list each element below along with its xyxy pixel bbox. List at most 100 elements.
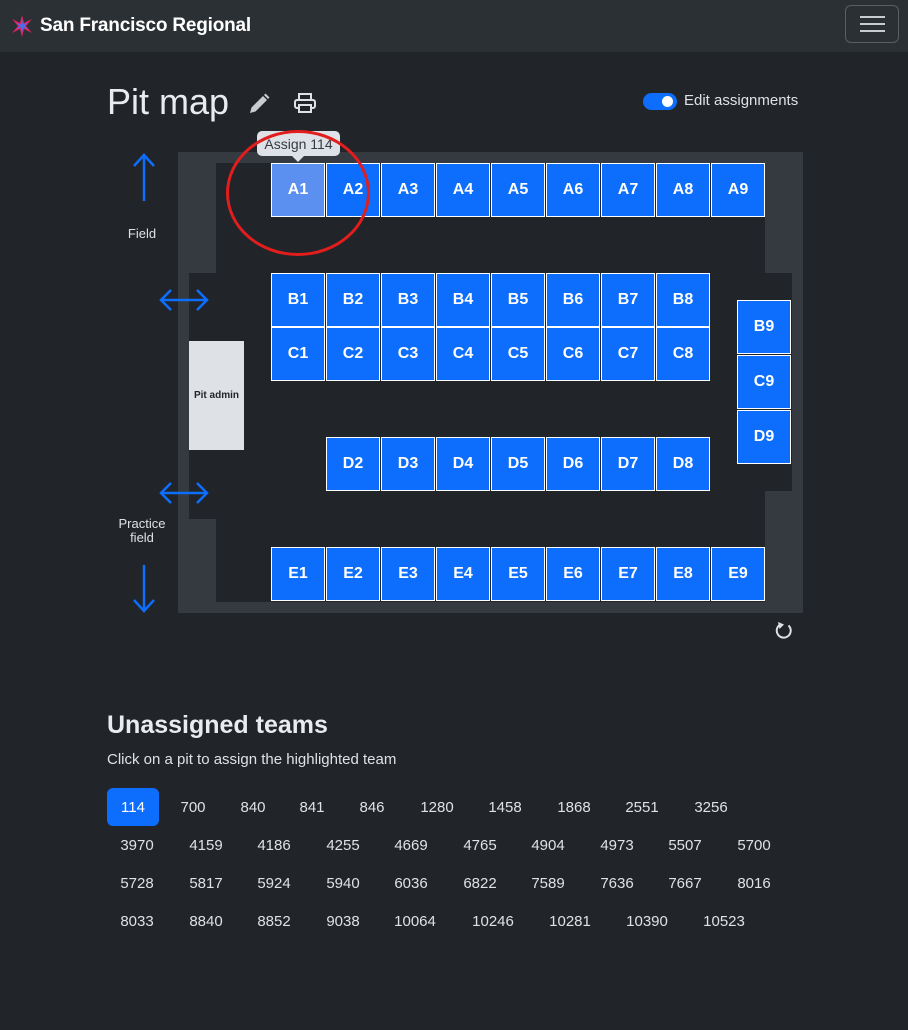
pit-D7[interactable]: D7 — [601, 437, 655, 491]
team-8016[interactable]: 8016 — [725, 864, 783, 902]
team-6822[interactable]: 6822 — [451, 864, 509, 902]
pit-B4[interactable]: B4 — [436, 273, 490, 327]
hamburger-icon-line — [860, 23, 885, 25]
team-7667[interactable]: 7667 — [656, 864, 714, 902]
pit-A8[interactable]: A8 — [656, 163, 710, 217]
pit-D2[interactable]: D2 — [326, 437, 380, 491]
navbar: San Francisco Regional — [0, 0, 908, 52]
pit-C2[interactable]: C2 — [326, 327, 380, 381]
pit-A9[interactable]: A9 — [711, 163, 765, 217]
team-10064[interactable]: 10064 — [382, 902, 448, 940]
team-8840[interactable]: 8840 — [177, 902, 235, 940]
team-4973[interactable]: 4973 — [588, 826, 646, 864]
pit-E6[interactable]: E6 — [546, 547, 600, 601]
pit-B7[interactable]: B7 — [601, 273, 655, 327]
team-5507[interactable]: 5507 — [656, 826, 714, 864]
pit-B8[interactable]: B8 — [656, 273, 710, 327]
team-10523[interactable]: 10523 — [691, 902, 757, 940]
team-700[interactable]: 700 — [168, 788, 218, 826]
edit-assignments-label: Edit assignments — [684, 92, 799, 109]
team-4765[interactable]: 4765 — [451, 826, 509, 864]
pit-A4[interactable]: A4 — [436, 163, 490, 217]
team-10281[interactable]: 10281 — [537, 902, 603, 940]
pit-C5[interactable]: C5 — [491, 327, 545, 381]
pit-E7[interactable]: E7 — [601, 547, 655, 601]
team-4255[interactable]: 4255 — [314, 826, 372, 864]
team-5700[interactable]: 5700 — [725, 826, 783, 864]
team-7636[interactable]: 7636 — [588, 864, 646, 902]
team-4904[interactable]: 4904 — [519, 826, 577, 864]
brand-name: San Francisco Regional — [40, 15, 251, 36]
team-5728[interactable]: 5728 — [108, 864, 166, 902]
team-840[interactable]: 840 — [228, 788, 278, 826]
pit-D5[interactable]: D5 — [491, 437, 545, 491]
pit-C8[interactable]: C8 — [656, 327, 710, 381]
hamburger-icon-line — [860, 16, 885, 18]
team-8852[interactable]: 8852 — [245, 902, 303, 940]
team-846[interactable]: 846 — [347, 788, 397, 826]
team-4669[interactable]: 4669 — [382, 826, 440, 864]
pit-E2[interactable]: E2 — [326, 547, 380, 601]
team-6036[interactable]: 6036 — [382, 864, 440, 902]
pit-C7[interactable]: C7 — [601, 327, 655, 381]
arrow-up-icon — [133, 153, 155, 201]
team-1868[interactable]: 1868 — [545, 788, 603, 826]
pit-A5[interactable]: A5 — [491, 163, 545, 217]
team-4159[interactable]: 4159 — [177, 826, 235, 864]
pit-D8[interactable]: D8 — [656, 437, 710, 491]
team-841[interactable]: 841 — [287, 788, 337, 826]
pit-E3[interactable]: E3 — [381, 547, 435, 601]
pit-D9[interactable]: D9 — [737, 410, 791, 464]
pit-B2[interactable]: B2 — [326, 273, 380, 327]
team-3256[interactable]: 3256 — [682, 788, 740, 826]
pit-D3[interactable]: D3 — [381, 437, 435, 491]
pit-C4[interactable]: C4 — [436, 327, 490, 381]
field-label: Field — [127, 226, 157, 241]
team-5940[interactable]: 5940 — [314, 864, 372, 902]
pit-B1[interactable]: B1 — [271, 273, 325, 327]
unassigned-teams-subtitle: Click on a pit to assign the highlighted… — [107, 751, 397, 768]
pit-E8[interactable]: E8 — [656, 547, 710, 601]
pit-D4[interactable]: D4 — [436, 437, 490, 491]
team-1458[interactable]: 1458 — [476, 788, 534, 826]
practice-field-label: Practice field — [118, 516, 166, 545]
pit-A6[interactable]: A6 — [546, 163, 600, 217]
pit-B9[interactable]: B9 — [737, 300, 791, 354]
pit-A3[interactable]: A3 — [381, 163, 435, 217]
pit-C3[interactable]: C3 — [381, 327, 435, 381]
pit-E1[interactable]: E1 — [271, 547, 325, 601]
printer-icon[interactable] — [293, 92, 317, 114]
reset-icon[interactable] — [774, 621, 794, 641]
team-3970[interactable]: 3970 — [108, 826, 166, 864]
team-5817[interactable]: 5817 — [177, 864, 235, 902]
team-7589[interactable]: 7589 — [519, 864, 577, 902]
arrow-left-right-icon — [159, 482, 209, 504]
pit-B6[interactable]: B6 — [546, 273, 600, 327]
team-114[interactable]: 114 — [107, 788, 159, 826]
team-4186[interactable]: 4186 — [245, 826, 303, 864]
team-1280[interactable]: 1280 — [408, 788, 466, 826]
pit-C1[interactable]: C1 — [271, 327, 325, 381]
pencil-icon[interactable] — [247, 92, 271, 116]
team-5924[interactable]: 5924 — [245, 864, 303, 902]
pit-E9[interactable]: E9 — [711, 547, 765, 601]
pit-E5[interactable]: E5 — [491, 547, 545, 601]
pit-B3[interactable]: B3 — [381, 273, 435, 327]
arrow-down-icon — [133, 565, 155, 613]
pit-B5[interactable]: B5 — [491, 273, 545, 327]
team-10390[interactable]: 10390 — [614, 902, 680, 940]
team-10246[interactable]: 10246 — [460, 902, 526, 940]
pit-D6[interactable]: D6 — [546, 437, 600, 491]
team-2551[interactable]: 2551 — [613, 788, 671, 826]
hamburger-icon-line — [860, 30, 885, 32]
pit-C6[interactable]: C6 — [546, 327, 600, 381]
pit-E4[interactable]: E4 — [436, 547, 490, 601]
frc-logo-icon — [12, 15, 32, 37]
pit-C9[interactable]: C9 — [737, 355, 791, 409]
pit-A7[interactable]: A7 — [601, 163, 655, 217]
brand-link[interactable]: San Francisco Regional — [10, 13, 251, 39]
toggle-knob — [662, 96, 673, 107]
navbar-toggler-button[interactable] — [845, 5, 899, 43]
team-9038[interactable]: 9038 — [314, 902, 372, 940]
team-8033[interactable]: 8033 — [108, 902, 166, 940]
